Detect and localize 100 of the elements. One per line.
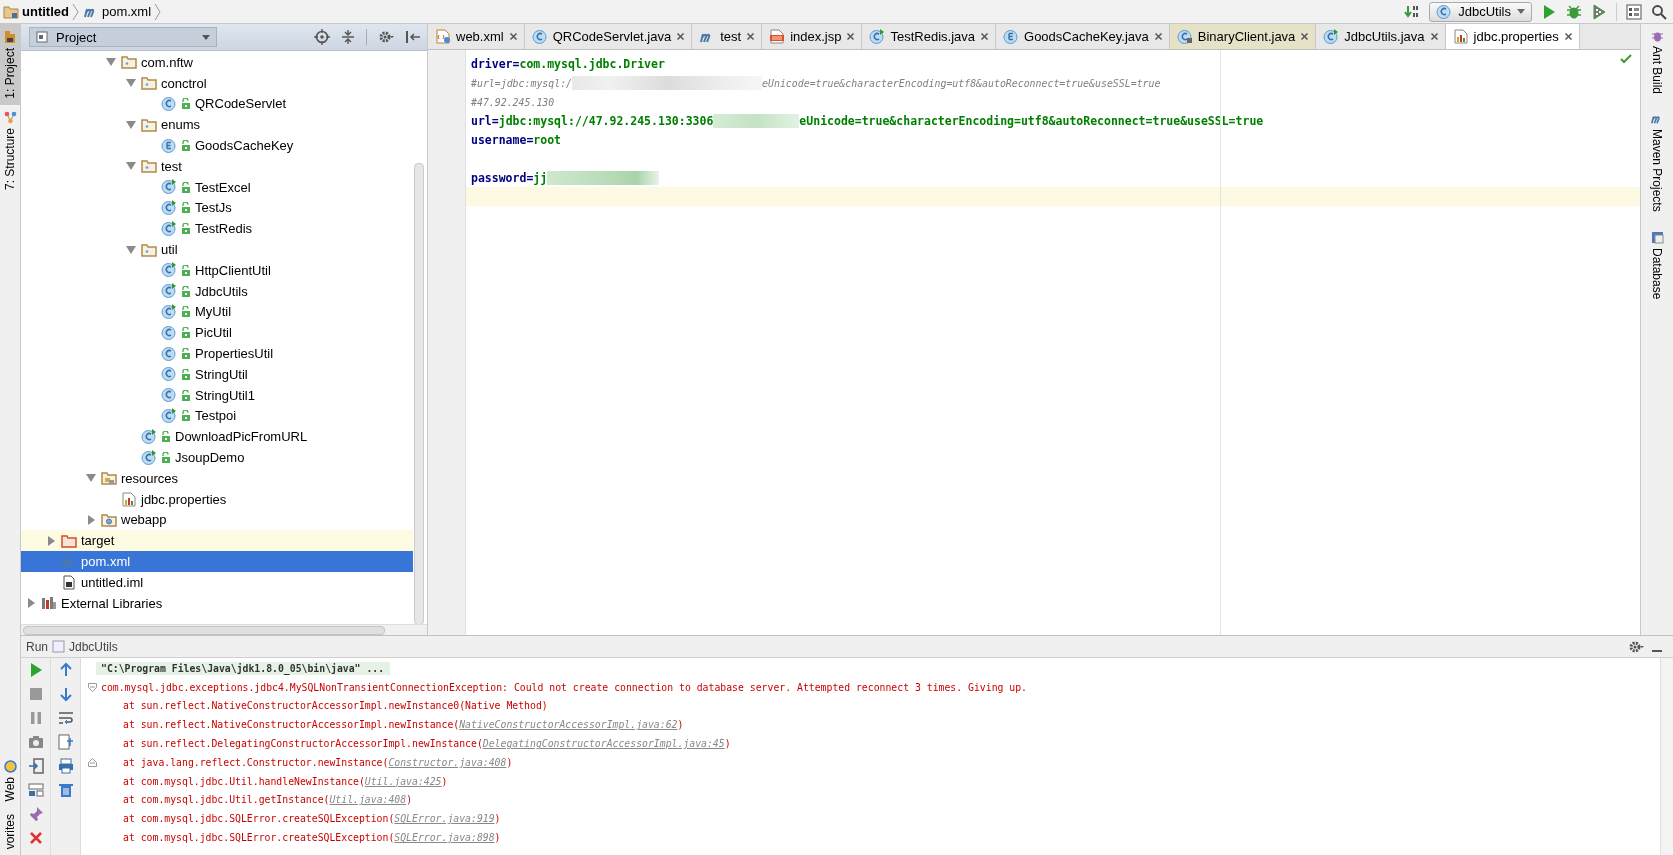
close-icon[interactable] — [676, 32, 686, 41]
tool-window-tab[interactable]: vorites — [0, 807, 20, 855]
camera-icon[interactable] — [27, 734, 44, 750]
editor-tab[interactable]: TestRedis.java — [862, 24, 996, 49]
tree-item[interactable]: JsoupDemo — [21, 447, 413, 468]
tree-item[interactable]: MyUtil — [21, 301, 413, 323]
editor-tab[interactable]: web.xml — [428, 24, 525, 49]
editor-tab[interactable]: QRCodeServlet.java — [524, 24, 693, 49]
soft-wrap-icon[interactable] — [57, 710, 74, 726]
tree-item[interactable]: HttpClientUtil — [21, 259, 413, 281]
collapsed-arrow-icon[interactable] — [25, 598, 37, 609]
source-link[interactable]: Constructor.java:408 — [388, 756, 507, 768]
tree-item[interactable]: enums — [21, 114, 413, 136]
source-link[interactable]: Util.java:408 — [329, 794, 407, 806]
breadcrumb-item[interactable]: pom.xml — [101, 4, 152, 19]
editor-tab[interactable]: JdbcUtils.java — [1316, 24, 1446, 49]
tree-item[interactable]: pom.xml — [21, 551, 413, 572]
scrollbar[interactable] — [23, 625, 385, 635]
tree-item[interactable]: External Libraries — [21, 592, 413, 614]
settings-icon[interactable] — [377, 29, 395, 45]
tree-item[interactable]: DownloadPicFromURL — [21, 426, 413, 448]
tree-item[interactable]: test — [21, 156, 413, 177]
hide-panel-icon[interactable] — [405, 29, 421, 45]
run-configuration-dropdown[interactable]: JdbcUtils — [1429, 1, 1532, 22]
close-icon[interactable] — [1153, 32, 1163, 41]
fold-icon[interactable] — [88, 757, 97, 767]
source-link[interactable]: SQLError.java:919 — [394, 813, 495, 825]
editor-tab[interactable]: index.jsp — [762, 24, 863, 49]
tree-item[interactable]: PicUtil — [21, 322, 413, 344]
run-tab[interactable]: JdbcUtils — [52, 639, 118, 654]
editor-tab[interactable]: GoodsCacheKey.java — [996, 24, 1170, 49]
search-icon[interactable] — [1651, 3, 1667, 20]
exit-icon[interactable] — [27, 758, 44, 774]
expanded-arrow-icon[interactable] — [125, 244, 137, 255]
close-icon[interactable] — [1563, 32, 1573, 41]
tool-window-tab[interactable]: Maven Projects — [1641, 108, 1673, 226]
close-icon[interactable] — [1429, 32, 1439, 41]
source-link[interactable]: SQLError.java:898 — [394, 832, 495, 844]
tree-item[interactable]: TestExcel — [21, 176, 413, 198]
tree-item[interactable]: GoodsCacheKey — [21, 135, 413, 156]
print-icon[interactable] — [57, 758, 74, 774]
locate-icon[interactable] — [314, 29, 330, 45]
expanded-arrow-icon[interactable] — [125, 161, 137, 172]
tree-item[interactable]: target — [21, 530, 413, 552]
tree-item[interactable]: StringUtil1 — [21, 384, 413, 406]
tree-item[interactable]: TestRedis — [21, 218, 413, 240]
expanded-arrow-icon[interactable] — [125, 119, 137, 130]
expanded-arrow-icon[interactable] — [85, 473, 97, 484]
editor-tab[interactable]: test — [692, 24, 763, 49]
scrollbar[interactable] — [1660, 658, 1673, 855]
project-structure-icon[interactable] — [1626, 3, 1642, 20]
source-link[interactable]: NativeConstructorAccessorImpl.java:62 — [459, 719, 678, 731]
tool-window-tab[interactable]: 1: Project — [0, 24, 20, 105]
tool-window-tab[interactable]: Database — [1641, 225, 1673, 314]
run-icon[interactable] — [1541, 3, 1557, 20]
layout-icon[interactable] — [27, 782, 44, 798]
collapsed-arrow-icon[interactable] — [85, 514, 97, 525]
scroll-to-end-icon[interactable] — [57, 734, 74, 750]
tree-item[interactable]: JdbcUtils — [21, 280, 413, 302]
tool-window-tab[interactable]: 7: Structure — [0, 104, 20, 196]
tool-window-tab[interactable]: Web — [0, 754, 20, 808]
stop-icon[interactable] — [27, 686, 44, 702]
close-icon[interactable] — [980, 32, 989, 41]
collapse-all-icon[interactable] — [340, 29, 356, 45]
scrollbar[interactable] — [414, 163, 424, 624]
expanded-arrow-icon[interactable] — [105, 57, 117, 68]
trash-icon[interactable] — [57, 782, 74, 798]
expanded-arrow-icon[interactable] — [125, 78, 137, 89]
debug-icon[interactable] — [1566, 3, 1582, 20]
editor-tab[interactable]: jdbc.properties — [1445, 24, 1580, 49]
tree-item[interactable]: PropertiesUtil — [21, 343, 413, 364]
fold-icon[interactable] — [88, 682, 97, 692]
close-icon[interactable] — [846, 32, 856, 41]
tree-item[interactable]: untitled.iml — [21, 571, 413, 593]
coverage-icon[interactable] — [1591, 3, 1607, 20]
close-icon[interactable] — [1300, 32, 1310, 41]
pin-icon[interactable] — [27, 806, 44, 822]
tree-item[interactable]: resources — [21, 467, 413, 489]
tree-item[interactable]: util — [21, 239, 413, 260]
console-line: at sun.reflect.DelegatingConstructorAccessorImpl.newInstance(DelegatingConstructorAccessorImpl.java:45) — [122, 738, 731, 750]
source-link[interactable]: Util.java:425 — [364, 775, 442, 787]
view-selector-dropdown[interactable]: Project — [29, 27, 217, 47]
tree-item[interactable]: jdbc.properties — [21, 488, 413, 510]
tool-window-tab[interactable]: Ant Build — [1641, 24, 1673, 109]
source-link[interactable]: DelegatingConstructorAccessorImpl.java:45 — [482, 738, 725, 750]
breadcrumb-item[interactable]: untitled — [22, 4, 69, 19]
tree-item[interactable]: TestJs — [21, 197, 413, 219]
tree-item[interactable]: QRCodeServlet — [21, 93, 413, 115]
close-icon[interactable] — [27, 830, 44, 846]
tree-item[interactable]: com.nftw — [21, 52, 413, 73]
close-icon[interactable] — [508, 32, 518, 41]
collapsed-arrow-icon[interactable] — [45, 535, 57, 546]
tree-item[interactable]: StringUtil — [21, 363, 413, 385]
editor-tab[interactable]: BinaryClient.java — [1169, 24, 1317, 49]
tree-item[interactable]: webapp — [21, 509, 413, 531]
tree-item[interactable]: Testpoi — [21, 405, 413, 427]
down-arrow-icon[interactable] — [57, 686, 74, 702]
close-icon[interactable] — [746, 32, 756, 41]
tree-item[interactable]: conctrol — [21, 72, 413, 94]
vcs-update-icon[interactable] — [1404, 3, 1421, 20]
